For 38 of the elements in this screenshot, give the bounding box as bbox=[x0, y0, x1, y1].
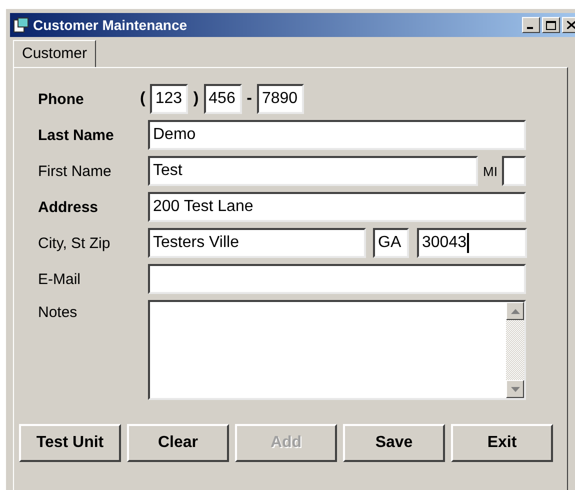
field-label: E-Mail bbox=[38, 270, 82, 288]
action-button[interactable]: Exit bbox=[451, 424, 553, 462]
close-button[interactable] bbox=[562, 17, 575, 33]
action-button[interactable]: Clear bbox=[127, 424, 229, 462]
text-field[interactable]: 200 Test Lane bbox=[148, 192, 526, 222]
field-label: Notes bbox=[38, 303, 78, 321]
phone-field[interactable]: 7890 bbox=[256, 84, 304, 114]
app-icon bbox=[13, 17, 29, 33]
maximize-icon bbox=[546, 20, 556, 30]
initial-field[interactable] bbox=[502, 156, 526, 186]
window-title: Customer Maintenance bbox=[33, 17, 188, 33]
field-label: MI bbox=[482, 164, 498, 178]
phone-separator: - bbox=[246, 90, 253, 108]
maximize-button[interactable] bbox=[542, 17, 560, 33]
phone-field[interactable]: 456 bbox=[204, 84, 242, 114]
phone-separator: ( bbox=[139, 90, 146, 108]
field-label: Last Name bbox=[38, 126, 115, 144]
state-field[interactable]: GA bbox=[373, 228, 409, 258]
text-field[interactable]: Test bbox=[148, 156, 478, 186]
text-field[interactable] bbox=[148, 264, 526, 294]
action-button[interactable]: Save bbox=[343, 424, 445, 462]
action-button[interactable]: Test Unit bbox=[19, 424, 121, 462]
zip-field[interactable]: 30043 bbox=[417, 228, 527, 258]
text-field[interactable]: Demo bbox=[148, 120, 526, 150]
minimize-button[interactable] bbox=[522, 17, 540, 33]
close-icon bbox=[566, 21, 575, 29]
phone-field[interactable]: 123 bbox=[150, 84, 188, 114]
scrollbar[interactable] bbox=[506, 302, 524, 398]
tab[interactable]: Customer bbox=[13, 40, 96, 67]
notes-field[interactable] bbox=[148, 300, 526, 400]
scroll-down-icon[interactable] bbox=[506, 380, 524, 398]
field-label: Phone bbox=[38, 90, 85, 108]
city-field[interactable]: Testers Ville bbox=[148, 228, 366, 258]
field-label: Address bbox=[38, 198, 100, 216]
field-label: City, St Zip bbox=[38, 234, 112, 252]
phone-separator: ) bbox=[192, 90, 200, 108]
scroll-up-icon[interactable] bbox=[506, 302, 524, 320]
field-label: First Name bbox=[38, 162, 112, 180]
